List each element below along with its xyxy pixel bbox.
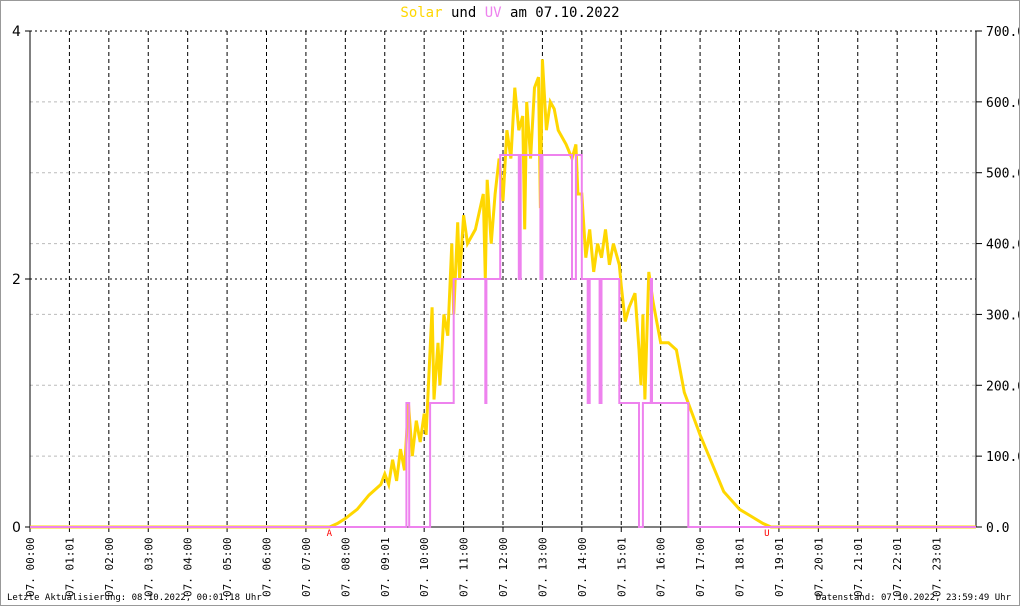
x-axis-label: 07. 15:01 — [615, 537, 628, 597]
x-axis-label: 07. 05:00 — [221, 537, 234, 597]
x-axis-label: 07. 21:01 — [852, 537, 865, 597]
right-axis-label: 200.0 — [986, 379, 1019, 394]
right-axis-label: 100.0 — [986, 450, 1019, 465]
x-axis-label: 07. 06:00 — [261, 537, 274, 597]
footer-last-update: Letzte Aktualisierung: 08.10.2022, 00:01… — [7, 593, 262, 603]
x-axis-label: 07. 22:01 — [891, 537, 904, 597]
x-axis-label: 07. 08:00 — [339, 537, 352, 597]
x-axis-label: 07. 20:01 — [812, 537, 825, 597]
x-axis-label: 07. 02:00 — [103, 537, 116, 597]
x-axis-label: 07. 11:00 — [458, 537, 471, 597]
right-axis-label: 600.0 — [986, 96, 1019, 111]
right-axis-label: 700.0 — [986, 25, 1019, 40]
x-axis-label: 07. 09:01 — [379, 537, 392, 597]
x-axis-label: 07. 04:00 — [182, 537, 195, 597]
right-axis-label: 0.0 — [986, 521, 1009, 536]
x-axis-label: 07. 03:00 — [142, 537, 155, 597]
x-axis-label: 07. 00:00 — [24, 537, 37, 597]
chart-plot: 0.0 100.0 200.0 300.0 400.0 500.0 600.0 700.0 0 2… — [12, 24, 1019, 597]
left-axis-label: 0 — [12, 520, 21, 536]
right-axis-label: 400.0 — [986, 238, 1019, 253]
right-axis-label: 300.0 — [986, 308, 1019, 323]
x-axis-label: 07. 12:00 — [497, 537, 510, 597]
x-axis-label: 07. 19:01 — [773, 537, 786, 597]
x-axis-label: 07. 07:00 — [300, 537, 313, 597]
x-axis-label: 07. 23:01 — [931, 537, 944, 597]
left-axis-label: 4 — [12, 24, 21, 40]
x-axis-label: 07. 14:00 — [576, 537, 589, 597]
x-axis-label: 07. 10:00 — [418, 537, 431, 597]
chart-window: Solar und UV am 07.10.2022 0.0100.0200.0… — [0, 0, 1020, 606]
marker-u: U — [764, 529, 769, 539]
x-axis-label: 07. 01:01 — [63, 537, 76, 597]
right-axis-label: 500.0 — [986, 167, 1019, 182]
x-axis-label: 07. 16:00 — [655, 537, 668, 597]
x-axis-label: 07. 18:01 — [734, 537, 747, 597]
footer-data-status: Datenstand: 07.10.2022, 23:59:49 Uhr — [815, 593, 1011, 603]
x-axis-label: 07. 17:00 — [694, 537, 707, 597]
marker-a: A — [327, 529, 333, 539]
x-axis-label: 07. 13:00 — [536, 537, 549, 597]
left-axis-label: 2 — [12, 272, 21, 288]
